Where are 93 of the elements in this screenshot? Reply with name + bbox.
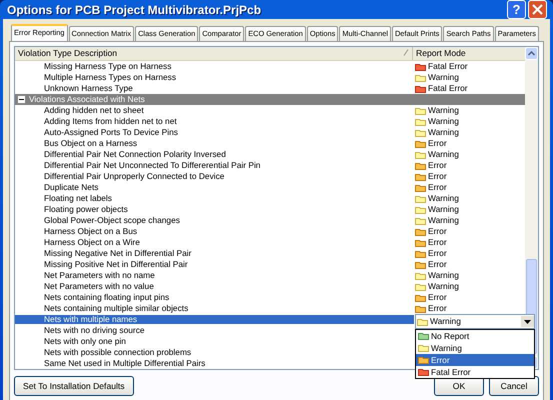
dropdown-option[interactable]: Fatal Error	[416, 366, 534, 378]
report-mode-text: Error	[428, 161, 447, 170]
folder-icon	[415, 194, 426, 202]
report-mode-text: Error	[428, 227, 447, 236]
folder-icon	[415, 238, 426, 246]
violation-cell[interactable]: Nets with only one pin	[15, 337, 414, 346]
report-mode-text: Error	[428, 139, 447, 148]
folder-icon	[415, 128, 426, 136]
report-mode-text: Warning	[428, 128, 459, 137]
violation-cell[interactable]: Unknown Harness Type	[15, 84, 414, 93]
report-mode-text: Warning	[428, 194, 459, 203]
violation-cell[interactable]: Multiple Harness Types on Harness	[15, 73, 414, 82]
column-header[interactable]: Violation Type Description	[15, 47, 413, 60]
group-row[interactable]: Violations Associated with Nets	[15, 94, 525, 105]
folder-icon	[415, 150, 426, 158]
defaults-button[interactable]: Set To Installation Defaults	[14, 376, 134, 396]
report-mode-text: Error	[428, 249, 447, 258]
report-mode-text: Warning	[428, 216, 459, 225]
violation-cell[interactable]: Auto-Assigned Ports To Device Pins	[15, 128, 414, 137]
group-label: Violations Associated with Nets	[29, 95, 145, 104]
report-mode-text: Warning	[428, 117, 459, 126]
folder-icon	[415, 282, 426, 290]
folder-icon	[415, 74, 426, 82]
folder-icon	[415, 216, 426, 224]
scroll-up-icon[interactable]	[525, 47, 538, 60]
folder-icon	[415, 162, 426, 170]
column-title: Violation Type Description	[18, 49, 118, 58]
report-mode-text: Fatal Error	[428, 62, 468, 71]
folder-icon	[415, 250, 426, 258]
violation-cell[interactable]: Global Power-Object scope changes	[15, 216, 414, 225]
violation-cell[interactable]: Differential Pair Net Unconnected To Differerential Pair Pin	[15, 161, 414, 170]
violation-cell[interactable]: Bus Object on a Harness	[15, 139, 414, 148]
dropdown-button[interactable]	[521, 316, 534, 327]
folder-icon	[415, 272, 426, 280]
violation-cell[interactable]: Missing Harness Type on Harness	[15, 62, 414, 71]
violation-cell[interactable]: Duplicate Nets	[15, 183, 414, 192]
collapse-toggle[interactable]	[17, 95, 26, 104]
report-mode-text: Warning	[428, 282, 459, 291]
report-mode-text: Error	[428, 304, 447, 313]
close-icon	[532, 4, 543, 15]
violation-cell[interactable]: Differential Pair Net Connection Polarity Inversed	[15, 150, 414, 159]
help-button[interactable]: ?	[507, 0, 526, 19]
report-mode-text: Fatal Error	[428, 84, 468, 93]
report-mode-text: Warning	[428, 150, 459, 159]
violation-cell[interactable]: Nets containing floating input pins	[15, 293, 414, 302]
violation-cell[interactable]: Adding hidden net to sheet	[15, 106, 414, 115]
folder-icon	[415, 228, 426, 236]
violation-cell[interactable]: Missing Negative Net in Differential Pair	[15, 249, 414, 258]
window-title: Options for PCB Project Multivibrator.PrjPcb	[7, 4, 262, 16]
violation-cell[interactable]: Nets with possible connection problems	[15, 348, 414, 357]
violation-cell[interactable]: Floating power objects	[15, 205, 414, 214]
dropdown-option[interactable]: Error	[416, 354, 534, 366]
report-mode-text: Error	[428, 260, 447, 269]
report-mode-text: Warning	[428, 106, 459, 115]
violation-cell[interactable]: Harness Object on a Wire	[15, 238, 414, 247]
folder-icon	[418, 356, 429, 364]
report-mode-text: Error	[428, 172, 447, 181]
report-mode-text: Error	[428, 293, 447, 302]
folder-icon	[418, 368, 429, 376]
violation-cell[interactable]: Harness Object on a Bus	[15, 227, 414, 236]
report-mode-text: Error	[428, 183, 447, 192]
report-mode-text: Warning	[428, 271, 459, 280]
close-button[interactable]	[528, 0, 547, 19]
report-mode-text: Warning	[428, 73, 459, 82]
folder-icon	[415, 118, 426, 126]
folder-icon	[415, 260, 426, 268]
violation-cell[interactable]: Adding Items from hidden net to net	[15, 117, 414, 126]
dropdown-value: Warning	[430, 317, 461, 326]
report-mode-text: Warning	[428, 205, 459, 214]
caret-icon	[524, 320, 531, 324]
violation-cell[interactable]: Floating net labels	[15, 194, 414, 203]
folder-icon	[418, 332, 429, 340]
folder-icon	[415, 294, 426, 302]
folder-icon	[415, 140, 426, 148]
report-mode-dropdown[interactable]: Warning	[415, 314, 535, 329]
violation-cell[interactable]: Differential Pair Unproperly Connected to Device	[15, 172, 414, 181]
folder-icon	[415, 184, 426, 192]
dropdown-option[interactable]: No Report	[416, 330, 534, 342]
violation-cell[interactable]: Nets with no driving source	[15, 326, 414, 335]
report-mode-text: Error	[428, 238, 447, 247]
violation-cell[interactable]: Nets with multiple names	[15, 315, 414, 324]
folder-icon	[417, 318, 428, 326]
violation-cell[interactable]: Nets containing multiple similar objects	[15, 304, 414, 313]
sort-icon	[403, 49, 409, 56]
violation-cell[interactable]: Same Net used in Multiple Differential Pairs	[15, 359, 414, 368]
dropdown-option[interactable]: Warning	[416, 342, 534, 354]
violation-cell[interactable]: Missing Positive Net in Differential Pair	[15, 260, 414, 269]
violation-cell[interactable]: Net Parameters with no name	[15, 271, 414, 280]
folder-icon	[415, 206, 426, 214]
folder-icon	[415, 172, 426, 180]
violation-cell[interactable]: Net Parameters with no value	[15, 282, 414, 291]
column-header[interactable]: Report Mode	[413, 47, 469, 60]
folder-icon	[418, 344, 429, 352]
